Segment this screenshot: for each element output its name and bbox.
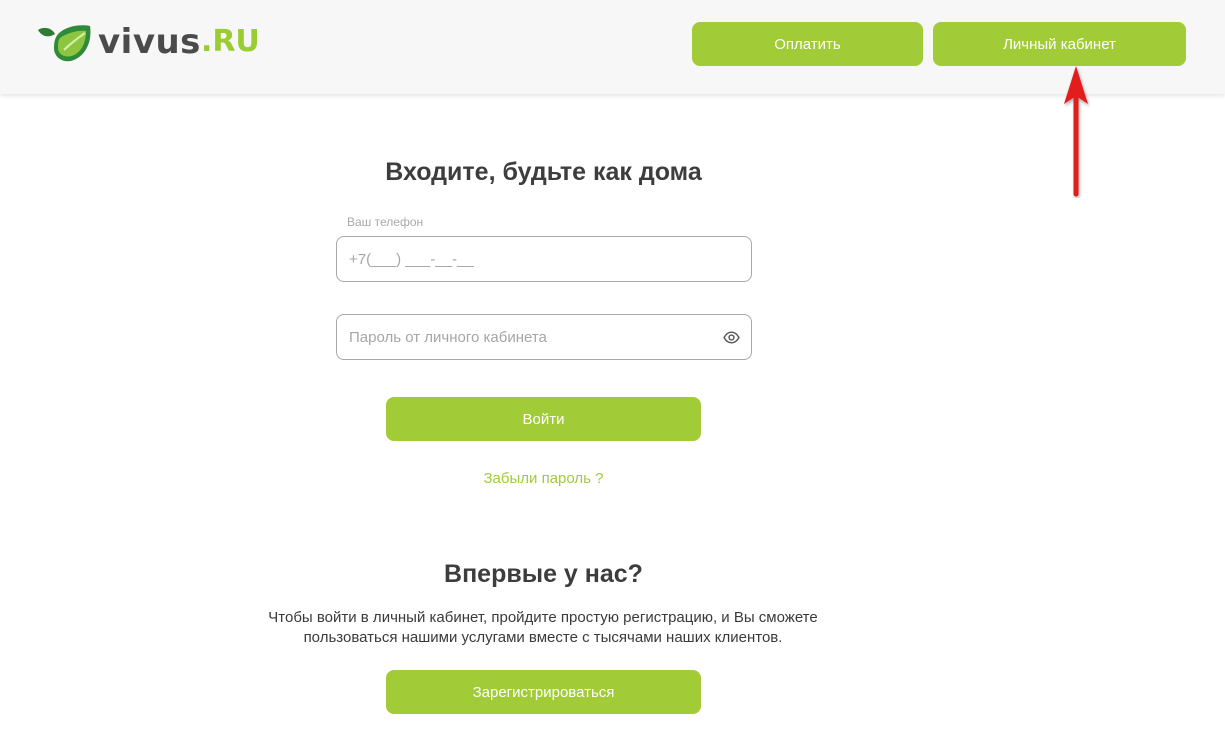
pay-button[interactable]: Оплатить (692, 22, 923, 66)
site-logo[interactable]: vivus .RU (36, 20, 260, 64)
password-input[interactable] (349, 328, 709, 346)
logo-tld: .RU (200, 24, 260, 59)
leaf-logo-icon (36, 20, 94, 64)
phone-field-wrapper (336, 236, 752, 282)
register-description: Чтобы войти в личный кабинет, пройдите п… (268, 609, 818, 646)
eye-icon[interactable] (723, 329, 740, 351)
personal-cabinet-button[interactable]: Личный кабинет (933, 22, 1186, 66)
page: vivus .RU Оплатить Личный кабинет Входит… (0, 0, 1225, 752)
logo-name: vivus (98, 22, 201, 62)
phone-label: Ваш телефон (347, 215, 424, 229)
register-title: Впервые у нас? (444, 560, 643, 588)
site-header: vivus .RU Оплатить Личный кабинет (0, 0, 1225, 94)
phone-input[interactable] (349, 250, 709, 268)
forgot-password-link[interactable]: Забыли пароль ? (0, 470, 1087, 487)
login-title: Входите, будьте как дома (385, 158, 702, 186)
login-button[interactable]: Войти (386, 397, 701, 441)
password-field-wrapper (336, 314, 752, 360)
register-button[interactable]: Зарегистрироваться (386, 670, 701, 714)
